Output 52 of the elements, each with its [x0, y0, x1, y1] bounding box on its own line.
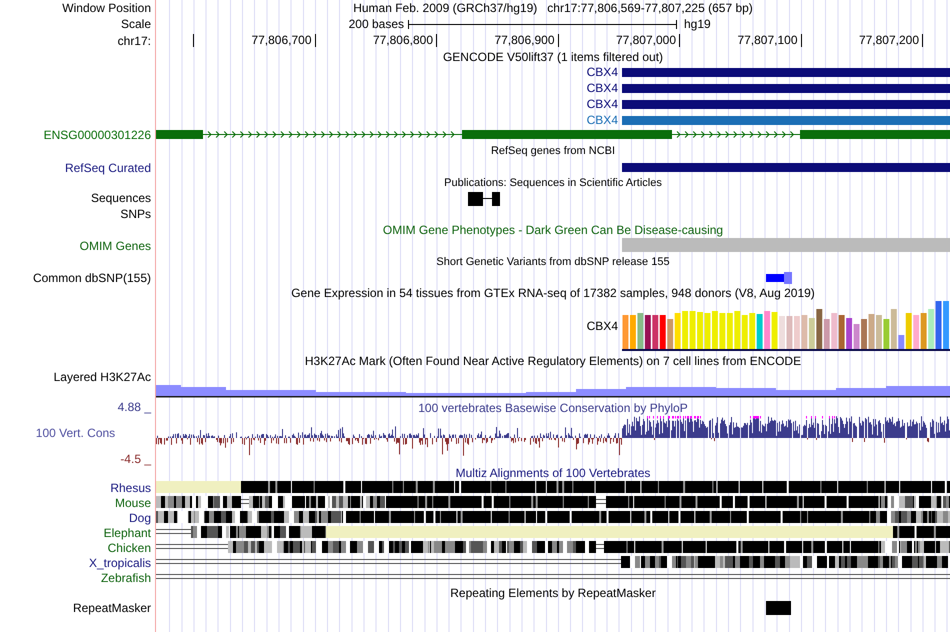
track-title: GENCODE V50lift37 (1 items filtered out)	[442, 50, 664, 64]
row-label: Window Position	[62, 1, 151, 15]
variant-drawing	[766, 272, 792, 284]
species-label: Dog	[128, 510, 151, 524]
species-label: Rhesus	[110, 480, 151, 494]
track-title: RefSeq genes from NCBI	[490, 144, 616, 158]
repeat-element-drawing	[766, 601, 791, 615]
track-label: Layered H3K27Ac	[54, 370, 151, 384]
species-label: X_tropicalis	[88, 556, 151, 570]
track-label: ENSG00000301226	[44, 128, 151, 142]
track-title: 100 vertebrates Basewise Conservation by PhyloP	[418, 401, 688, 415]
species-label: Zebrafish	[100, 570, 151, 584]
ruler-label: 77,806,900	[494, 34, 554, 47]
track-title: Multiz Alignments of 100 Vertebrates	[456, 466, 650, 480]
species-label: Chicken	[108, 540, 151, 554]
species-label: Mouse	[114, 496, 151, 510]
transcript-label[interactable]: CBX4	[586, 113, 618, 127]
row-label: chr17:	[118, 33, 151, 48]
publication-hit-drawing	[468, 192, 500, 206]
track-label: Sequences	[90, 190, 151, 206]
track-title: H3K27Ac Mark (Often Found Near Active Regulatory Elements) on 7 cell lines from ENCODE	[304, 354, 802, 368]
transcript-bar[interactable]	[622, 84, 950, 92]
track-label: Common dbSNP(155)	[32, 271, 151, 285]
ruler-label: 77,806,700	[251, 34, 312, 47]
axis-label: 4.88 _	[118, 400, 151, 414]
track-title: Gene Expression in 54 tissues from GTEx RNA-seq of 17382 samples, 948 donors (V8, Aug 2019)	[291, 286, 815, 300]
assembly-name: Human Feb. 2009 (GRCh37/hg19)	[353, 1, 538, 15]
track-title: Repeating Elements by RepeatMasker	[450, 586, 656, 600]
track-label: 100 Vert. Cons	[36, 426, 116, 440]
track-label: RefSeq Curated	[64, 161, 151, 175]
ruler-label: 77,807,200	[858, 34, 919, 47]
track-label: SNPs	[120, 206, 151, 222]
transcript-label[interactable]: CBX4	[586, 81, 618, 95]
axis-label: -4.5 _	[120, 452, 151, 466]
transcript-bar[interactable]	[622, 100, 950, 108]
row-label: Scale	[120, 17, 151, 31]
track-label: OMIM Genes	[80, 239, 151, 253]
ruler-label: 77,807,000	[616, 34, 676, 47]
ruler-label: 77,807,100	[737, 34, 798, 47]
species-label: Elephant	[104, 526, 151, 540]
gene-label: CBX4	[586, 319, 618, 333]
transcript-label[interactable]: CBX4	[586, 97, 618, 111]
ruler-label: 77,806,800	[372, 34, 433, 47]
assembly-label: hg19	[683, 17, 712, 31]
transcript-label[interactable]: CBX4	[586, 65, 618, 79]
track-title: OMIM Gene Phenotypes - Dark Green Can Be Disease-causing	[382, 223, 724, 237]
track-label: RepeatMasker	[72, 601, 151, 615]
track-title: Publications: Sequences in Scientific Articles	[444, 176, 662, 190]
position-text: chr17:77,806,569-77,807,225 (657 bp)	[547, 1, 753, 15]
scale-text: 200 bases	[348, 17, 404, 31]
track-title: Short Genetic Variants from dbSNP release 155	[436, 256, 670, 268]
transcript-bar[interactable]	[622, 68, 950, 76]
